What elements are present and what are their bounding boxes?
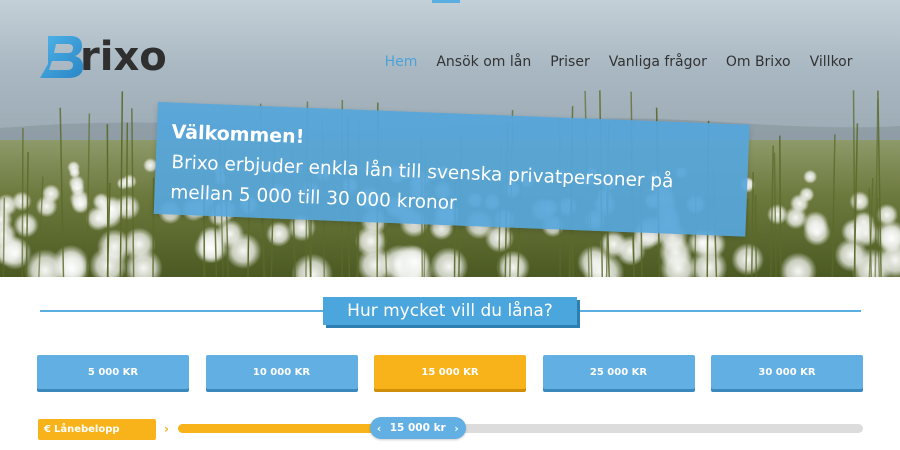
dandelion-puff [397, 245, 431, 277]
dandelion-puff [41, 184, 61, 204]
grass-stem [779, 135, 782, 277]
grass-stem [2, 197, 6, 277]
logo-b-icon [40, 36, 84, 78]
dandelion-puff [802, 218, 831, 247]
dandelion-puff [13, 212, 39, 238]
nav-item-priser[interactable]: Priser [541, 52, 600, 72]
amount-button-10000[interactable]: 10 000 KR [205, 355, 358, 389]
euro-icon: € [44, 424, 51, 435]
section-heading: Hur mycket vill du låna? [323, 297, 577, 325]
dandelion-puff [849, 191, 870, 212]
nav-item-ansok-om-lan[interactable]: Ansök om lån [427, 52, 541, 72]
chevron-left-icon: ‹ [376, 421, 382, 435]
main-navigation: Hem Ansök om lån Priser Vanliga frågor O… [375, 52, 862, 72]
loan-amount-label-text: Lånebelopp [53, 424, 120, 435]
nav-item-vanliga-fragor[interactable]: Vanliga frågor [599, 52, 716, 72]
nav-item-villkor[interactable]: Villkor [800, 52, 862, 72]
dandelion-puff [789, 193, 810, 214]
dandelion-puff [766, 203, 789, 225]
loan-slider-track[interactable] [178, 424, 863, 433]
brand-name: rixo [80, 34, 167, 80]
loan-amount-label: € Lånebelopp [38, 419, 156, 440]
amount-button-5000[interactable]: 5 000 KR [37, 355, 189, 389]
loan-slider-handle[interactable]: ‹ 15 000 kr › [369, 417, 466, 439]
amount-button-25000[interactable]: 25 000 KR [542, 355, 695, 389]
brand-logo[interactable]: rixo [40, 34, 210, 82]
dandelion-puff [803, 169, 818, 184]
nav-item-hem[interactable]: Hem [375, 52, 427, 72]
nav-active-indicator [432, 0, 460, 3]
chevron-right-icon: › [454, 421, 459, 435]
nav-item-om-brixo[interactable]: Om Brixo [716, 52, 800, 72]
dandelion-puff [71, 195, 90, 214]
chevron-right-icon: › [164, 422, 169, 436]
amount-button-15000[interactable]: 15 000 KR [374, 355, 526, 389]
dandelion-puff [122, 174, 137, 189]
grass-stem [754, 194, 758, 277]
amount-options: 5 000 KR 10 000 KR 15 000 KR 25 000 KR 3… [37, 355, 863, 390]
loan-slider-value: 15 000 kr [389, 422, 446, 434]
dandelion-puff [265, 221, 292, 247]
amount-button-30000[interactable]: 30 000 KR [711, 355, 863, 389]
grass-stem [106, 124, 109, 277]
grass-stem [21, 127, 24, 277]
dandelion-puff [215, 219, 245, 249]
dandelion-puff [731, 243, 765, 276]
